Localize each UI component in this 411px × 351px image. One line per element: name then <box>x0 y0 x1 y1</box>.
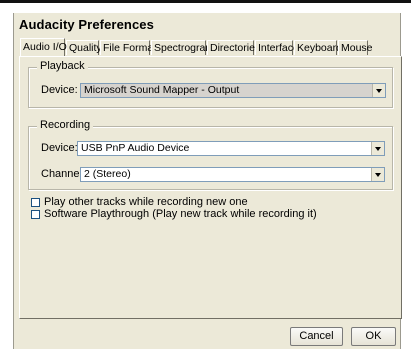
chevron-down-icon[interactable] <box>372 84 385 97</box>
tab-interface[interactable]: Interface <box>255 40 299 55</box>
playback-device-value: Microsoft Sound Mapper - Output <box>84 84 240 96</box>
tab-audio-io[interactable]: Audio I/O <box>20 38 67 56</box>
play-other-tracks-checkbox[interactable] <box>31 198 40 207</box>
software-playthrough-checkbox[interactable] <box>31 210 40 219</box>
tab-panel-audio-io: Playback Device: Microsoft Sound Mapper … <box>19 56 402 319</box>
tab-spectrograms[interactable]: Spectrograms <box>151 40 219 55</box>
chevron-down-icon[interactable] <box>371 142 384 155</box>
playback-device-label: Device: <box>41 84 78 96</box>
recording-device-select[interactable]: USB PnP Audio Device <box>77 141 385 156</box>
recording-legend: Recording <box>37 119 94 131</box>
tab-strip: Audio I/O Quality File Formats Spectrogr… <box>20 38 400 56</box>
window-title: Audacity Preferences <box>19 17 154 32</box>
recording-channels-value: 2 (Stereo) <box>84 168 131 180</box>
play-other-tracks-label[interactable]: Play other tracks while recording new on… <box>44 196 248 208</box>
cancel-button[interactable]: Cancel <box>290 327 343 346</box>
playback-group: Playback Device: Microsoft Sound Mapper … <box>28 60 393 108</box>
tab-directories[interactable]: Directories <box>207 40 260 55</box>
chevron-down-icon[interactable] <box>371 168 384 181</box>
recording-device-value: USB PnP Audio Device <box>81 142 190 154</box>
recording-group: Recording Device: USB PnP Audio Device C… <box>28 119 393 190</box>
ok-button[interactable]: OK <box>351 327 396 346</box>
playback-legend: Playback <box>37 60 88 72</box>
tab-mouse[interactable]: Mouse <box>338 40 373 55</box>
tab-keyboard[interactable]: Keyboard <box>294 40 342 55</box>
tab-quality[interactable]: Quality <box>66 40 102 55</box>
recording-channels-select[interactable]: 2 (Stereo) <box>80 167 385 182</box>
top-border <box>0 0 411 3</box>
playback-device-select[interactable]: Microsoft Sound Mapper - Output <box>80 83 386 98</box>
software-playthrough-label[interactable]: Software Playthrough (Play new track whi… <box>44 208 317 220</box>
recording-device-label: Device: <box>41 142 78 154</box>
tab-file-formats[interactable]: File Formats <box>100 40 161 55</box>
